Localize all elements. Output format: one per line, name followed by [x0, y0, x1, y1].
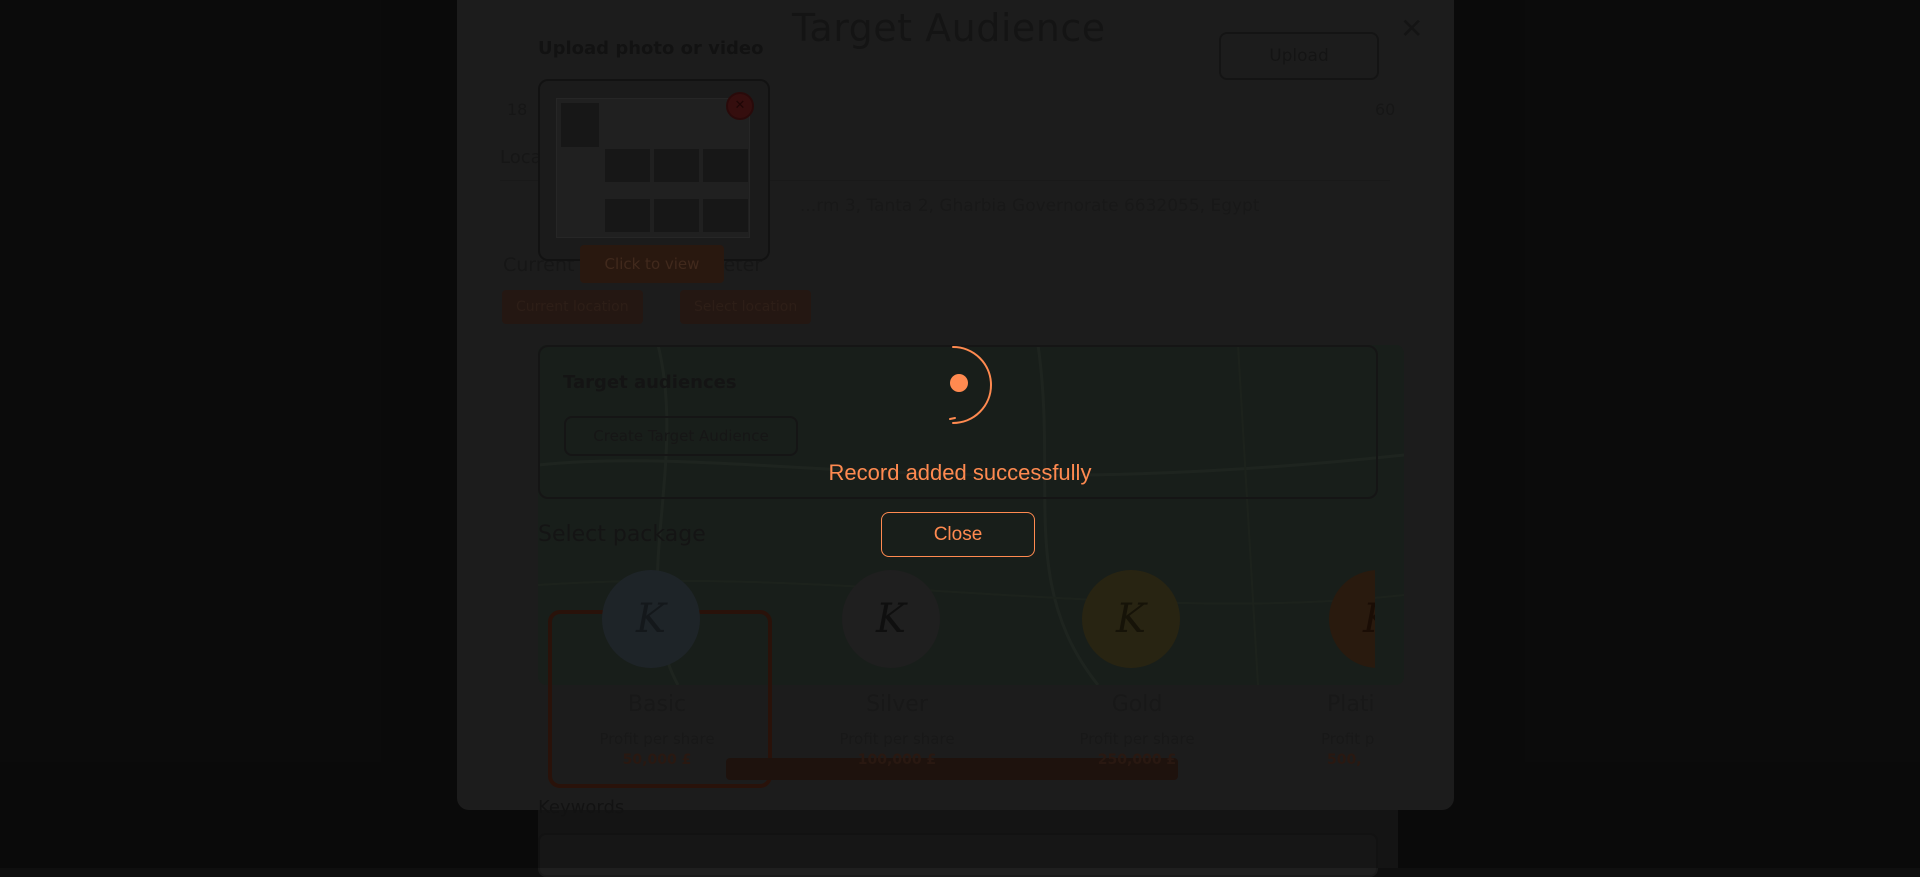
close-button[interactable]: Close [881, 512, 1035, 557]
loading-spinner-icon [949, 346, 992, 424]
success-message: Record added successfully [828, 460, 1092, 485]
modal-overlay [0, 0, 1920, 868]
app-stage: Target Audience ✕ Upload 18 60 Location … [0, 0, 1920, 877]
